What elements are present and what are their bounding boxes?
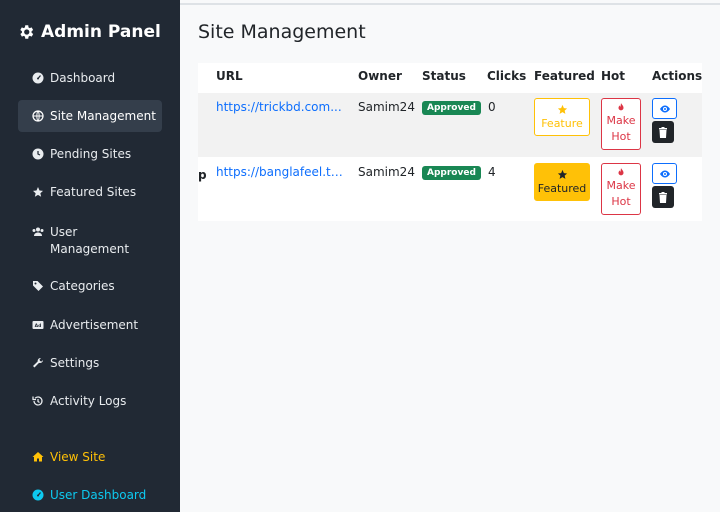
wrench-icon (33, 357, 44, 368)
sidebar-item-label: User Management (50, 225, 130, 256)
sidebar-item-label: Categories (50, 279, 115, 293)
column-header-featured: Featured (534, 69, 595, 83)
sidebar-item-advertisement[interactable]: Ad Advertisement (18, 309, 162, 341)
sidebar-item-user-management[interactable]: User Management (18, 218, 162, 262)
site-name-fragment: p (198, 168, 207, 182)
make-hot-label-line2: Hot (611, 130, 631, 143)
view-site-label: View Site (50, 450, 106, 464)
site-url-link[interactable]: https://trickbd.com... (216, 100, 348, 114)
clicks-cell: 0 (488, 100, 496, 114)
column-header-url: URL (216, 69, 243, 83)
owner-cell: Samim24 (358, 100, 415, 114)
view-button[interactable] (652, 98, 677, 119)
sidebar-item-label: Activity Logs (50, 394, 127, 408)
svg-text:Ad: Ad (35, 323, 42, 329)
sidebar-item-label: Dashboard (50, 71, 116, 85)
star-icon (33, 187, 43, 197)
view-site-link[interactable]: View Site (18, 441, 162, 473)
status-badge: Approved (422, 166, 481, 180)
star-icon (557, 169, 567, 179)
column-header-hot: Hot (601, 69, 626, 83)
sidebar-item-categories[interactable]: Categories (18, 270, 162, 302)
page-title: Site Management (198, 21, 366, 43)
column-header-clicks: Clicks (487, 69, 527, 83)
sidebar-brand[interactable]: Admin Panel (17, 20, 161, 44)
sidebar-item-label: Pending Sites (50, 147, 132, 161)
make-hot-button[interactable]: Make Hot (601, 98, 641, 150)
user-dashboard-label: User Dashboard (50, 488, 147, 502)
featured-button-label: Featured (537, 182, 587, 195)
featured-button[interactable]: Featured (534, 163, 590, 201)
status-badge: Approved (422, 101, 481, 115)
tags-icon (33, 281, 43, 291)
brand-title: Admin Panel (41, 22, 161, 42)
sidebar-item-label: Site Management (50, 109, 156, 123)
make-hot-label-line1: Make (606, 179, 636, 192)
globe-icon (32, 110, 44, 122)
fire-icon (618, 167, 624, 176)
trash-icon (659, 191, 667, 203)
gauge-icon (32, 72, 44, 84)
clicks-cell: 4 (488, 165, 496, 179)
column-header-owner: Owner (358, 69, 402, 83)
gear-icon (20, 25, 34, 39)
sidebar-item-site-management[interactable]: Site Management (18, 100, 162, 132)
sidebar-item-pending-sites[interactable]: Pending Sites (18, 138, 162, 170)
view-button[interactable] (652, 163, 677, 184)
sidebar: Admin Panel Dashboard Site Management Pe… (0, 0, 180, 512)
sidebar-item-label: Settings (50, 356, 100, 370)
ad-icon: Ad (32, 321, 44, 329)
owner-cell: Samim24 (358, 165, 415, 179)
users-icon (32, 227, 44, 236)
user-dashboard-link[interactable]: User Dashboard (18, 479, 162, 511)
table-row: p https://banglafeel.top... Samim24 Appr… (198, 158, 702, 220)
sidebar-item-settings[interactable]: Settings (18, 347, 162, 379)
sidebar-item-featured-sites[interactable]: Featured Sites (18, 176, 162, 208)
column-header-actions: Actions (652, 69, 702, 83)
clock-icon (32, 148, 44, 160)
home-icon (32, 452, 44, 462)
make-hot-button[interactable]: Make Hot (601, 163, 641, 215)
top-border (180, 3, 720, 5)
column-header-status: Status (422, 69, 466, 83)
table-row: https://trickbd.com... Samim24 Approved … (198, 93, 702, 157)
eye-icon (659, 105, 670, 112)
sites-table: URL Owner Status Clicks Featured Hot Act… (198, 63, 702, 221)
make-hot-label-line2: Hot (611, 195, 631, 208)
trash-icon (659, 126, 667, 138)
site-url-link[interactable]: https://banglafeel.top... (216, 165, 348, 179)
make-hot-label-line1: Make (606, 114, 636, 127)
sidebar-item-activity-logs[interactable]: Activity Logs (18, 385, 162, 417)
sidebar-item-label: Featured Sites (50, 185, 137, 199)
feature-button[interactable]: Feature (534, 98, 590, 136)
fire-icon (618, 102, 624, 111)
star-icon (557, 104, 567, 114)
gauge-icon (32, 489, 44, 501)
delete-button[interactable] (652, 186, 674, 208)
eye-icon (659, 170, 670, 177)
feature-button-label: Feature (541, 117, 583, 130)
history-icon (32, 396, 43, 406)
delete-button[interactable] (652, 121, 674, 143)
sidebar-item-dashboard[interactable]: Dashboard (18, 62, 162, 94)
sidebar-item-label: Advertisement (50, 318, 139, 332)
